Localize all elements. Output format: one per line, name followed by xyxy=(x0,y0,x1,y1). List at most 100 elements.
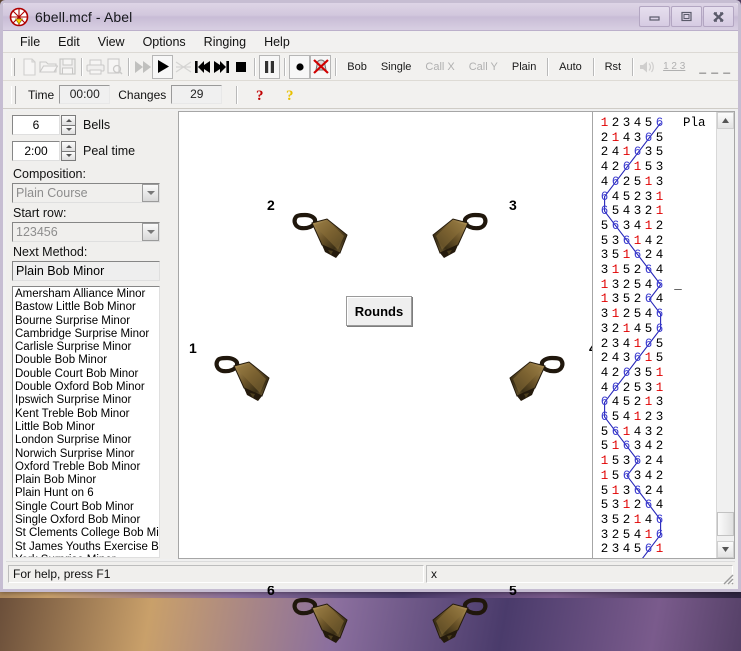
bell-circle-view[interactable]: Rounds 123456 xyxy=(178,111,597,643)
rewind-icon[interactable] xyxy=(193,56,212,78)
chevron-down-icon[interactable] xyxy=(142,223,159,241)
method-list-item[interactable]: Kent Treble Bob Minor xyxy=(15,408,159,421)
pause-icon[interactable] xyxy=(259,54,281,79)
menu-edit[interactable]: Edit xyxy=(49,33,89,51)
call-plain-button[interactable]: Plain xyxy=(506,59,542,75)
row-line: 654123 xyxy=(600,410,664,424)
minimize-button[interactable] xyxy=(639,6,670,27)
menu-view[interactable]: View xyxy=(89,33,134,51)
bells-stepper[interactable] xyxy=(61,115,76,135)
help-yellow-icon[interactable]: ? xyxy=(279,84,303,106)
toolbar-separator xyxy=(236,85,238,104)
method-list-item[interactable]: London Surprise Minor xyxy=(15,434,159,447)
open-icon[interactable] xyxy=(38,56,58,78)
method-list-item[interactable]: Double Bob Minor xyxy=(15,354,159,367)
toolbar-grip[interactable] xyxy=(11,57,16,76)
call-bob-button[interactable]: Bob xyxy=(341,59,373,75)
menu-file[interactable]: File xyxy=(11,33,49,51)
call-x-button[interactable]: Call X xyxy=(419,59,460,75)
bells-label: Bells xyxy=(83,118,111,132)
method-list-item[interactable]: Norwich Surprise Minor xyxy=(15,448,159,461)
maximize-button[interactable] xyxy=(671,6,702,27)
handbell-icon-4[interactable] xyxy=(501,352,565,404)
method-list-item[interactable]: St James Youths Exercise Bob xyxy=(15,541,159,554)
method-list-item[interactable]: Little Bob Minor xyxy=(15,421,159,434)
bell-wheel-icon xyxy=(9,7,29,27)
peal-time-stepper-down[interactable] xyxy=(61,150,76,161)
method-list-item[interactable]: Amersham Alliance Minor xyxy=(15,288,159,301)
print-icon[interactable] xyxy=(86,56,105,78)
sound-icon[interactable] xyxy=(637,56,656,78)
row-cursor: _ xyxy=(674,277,682,292)
method-list-item[interactable]: Single Oxford Bob Minor xyxy=(15,514,159,527)
bells-stepper-down[interactable] xyxy=(61,124,76,135)
play-icon[interactable] xyxy=(152,54,174,79)
peal-time-stepper-up[interactable] xyxy=(61,141,76,151)
scroll-down-icon[interactable] xyxy=(717,541,734,558)
handbell-icon-5[interactable] xyxy=(424,594,488,646)
reset-button[interactable]: Rst xyxy=(599,59,628,75)
method-list-item[interactable]: Plain Hunt on 6 xyxy=(15,487,159,500)
menu-options[interactable]: Options xyxy=(134,33,195,51)
numbers-icon[interactable]: 1 2 3 xyxy=(657,59,691,74)
handbell-icon-6[interactable] xyxy=(292,594,356,646)
bell-number-2: 2 xyxy=(267,197,275,213)
rows-scroll-content: 1 2 3 4 5 6 Pla 2 1 4 3 6 5 2 4 1 6 3 5 4 2 6 1 5 3 4 6 2 5 1 3 6 4 5 2 3 1 6… xyxy=(593,112,717,558)
method-list-item[interactable]: Carlisle Surprise Minor xyxy=(15,341,159,354)
method-list-item[interactable]: Ipswich Surprise Minor xyxy=(15,394,159,407)
rows-vertical-scrollbar[interactable] xyxy=(716,112,734,558)
composition-dropdown[interactable]: Plain Course xyxy=(12,183,160,203)
method-list-item[interactable]: Double Court Bob Minor xyxy=(15,368,159,381)
method-list-item[interactable]: Double Oxford Bob Minor xyxy=(15,381,159,394)
method-list-item[interactable]: Single Court Bob Minor xyxy=(15,501,159,514)
method-list-item[interactable]: Plain Bob Minor xyxy=(15,474,159,487)
handbell-icon-3[interactable] xyxy=(424,209,488,261)
method-list-item[interactable]: York Surprise Minor xyxy=(15,554,159,557)
close-button[interactable] xyxy=(703,6,734,27)
bells-input[interactable]: 6 xyxy=(12,115,60,135)
toolbar-grip[interactable] xyxy=(11,85,16,104)
dashes-icon: _ _ _ xyxy=(699,59,732,74)
method-list[interactable]: Amersham Alliance Minor Bastow Little Bob… xyxy=(12,286,160,558)
next-method-input[interactable]: Plain Bob Minor xyxy=(12,261,160,281)
shuffle-icon[interactable] xyxy=(173,56,192,78)
new-icon[interactable] xyxy=(19,56,38,78)
method-list-item[interactable]: Bourne Surprise Minor xyxy=(15,315,159,328)
scroll-up-icon[interactable] xyxy=(717,112,734,129)
start-row-dropdown[interactable]: 123456 xyxy=(12,222,160,242)
rows-display-panel[interactable]: 1 2 3 4 5 6 Pla 2 1 4 3 6 5 2 4 1 6 3 5 4 2 6 1 5 3 4 6 2 5 1 3 6 4 5 2 3 1 6… xyxy=(592,111,735,559)
peal-time-input[interactable]: 2:00 xyxy=(12,141,60,161)
client-area: 6 Bells 2:00 Peal time Composition: Plai… xyxy=(6,111,735,643)
window-controls xyxy=(639,6,734,27)
row-line: 462513 xyxy=(600,174,664,189)
rounds-button[interactable]: Rounds xyxy=(346,296,412,326)
scrollbar-thumb[interactable] xyxy=(717,512,734,536)
call-y-button[interactable]: Call Y xyxy=(463,59,504,75)
call-single-button[interactable]: Single xyxy=(375,59,418,75)
row-line: 135264 xyxy=(600,292,664,307)
handbell-icon-2[interactable] xyxy=(292,209,356,261)
toolbar-separator xyxy=(335,57,337,76)
print-preview-icon[interactable] xyxy=(105,56,124,78)
menu-ringing[interactable]: Ringing xyxy=(195,33,255,51)
record-icon[interactable] xyxy=(289,54,311,79)
method-list-item[interactable]: Oxford Treble Bob Minor xyxy=(15,461,159,474)
bells-stepper-up[interactable] xyxy=(61,115,76,125)
row-line: 426351 xyxy=(600,365,664,380)
auto-button[interactable]: Auto xyxy=(553,59,588,75)
resize-grip[interactable] xyxy=(720,571,734,585)
method-list-item[interactable]: Cambridge Surprise Minor xyxy=(15,328,159,341)
fast-forward-icon[interactable] xyxy=(133,56,152,78)
handbell-icon-1[interactable] xyxy=(214,352,278,404)
save-icon[interactable] xyxy=(58,56,77,78)
forward-end-icon[interactable] xyxy=(212,56,231,78)
mute-bell-icon[interactable] xyxy=(310,54,332,79)
chevron-down-icon[interactable] xyxy=(142,184,159,202)
menu-help[interactable]: Help xyxy=(255,33,299,51)
stop-icon[interactable] xyxy=(231,56,250,78)
method-list-item[interactable]: St Clements College Bob Minor xyxy=(15,527,159,540)
peal-time-stepper[interactable] xyxy=(61,141,76,161)
method-list-item[interactable]: Bastow Little Bob Minor xyxy=(15,301,159,314)
row-line: 243651 xyxy=(599,557,665,558)
help-red-icon[interactable]: ? xyxy=(249,84,273,106)
